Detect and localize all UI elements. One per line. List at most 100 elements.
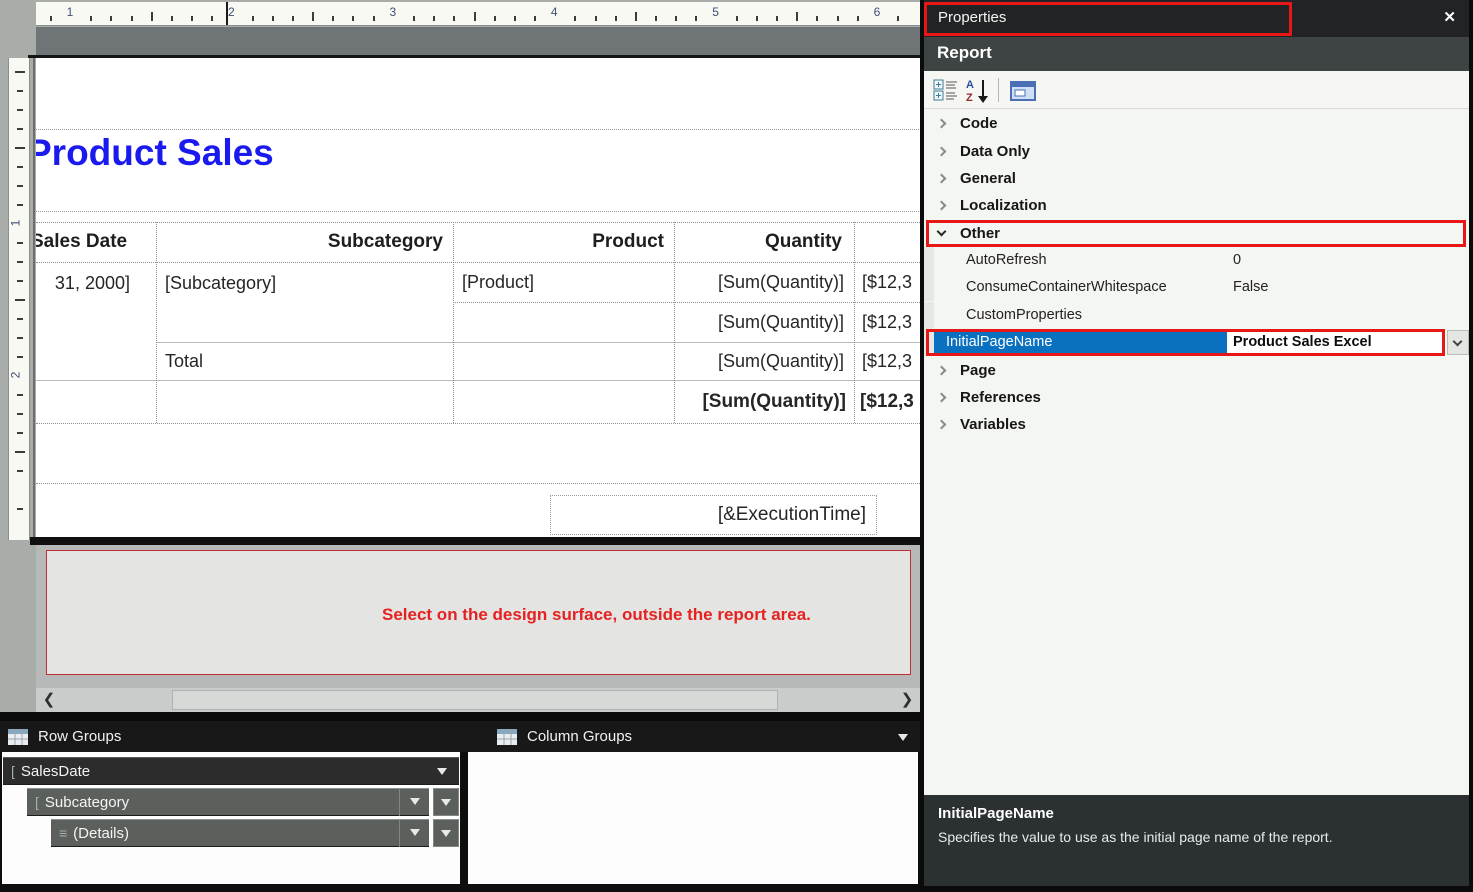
details-icon: ≡ xyxy=(59,825,67,841)
chevron-right-icon[interactable] xyxy=(937,393,947,403)
chevron-right-icon[interactable] xyxy=(937,146,947,156)
cell-sum-quantity[interactable]: [Sum(Quantity)] xyxy=(674,262,854,302)
annotation-note-box: Select on the design surface, outside th… xyxy=(46,550,911,675)
ruler-tick xyxy=(252,16,254,21)
scroll-left-arrow[interactable]: ❮ xyxy=(38,688,60,712)
ruler-number: 2 xyxy=(8,372,22,379)
property-category-page[interactable]: Page xyxy=(924,357,1469,384)
category-label: Localization xyxy=(960,197,1047,214)
header-cell-quantity[interactable]: Quantity xyxy=(674,222,854,262)
group-menu-caret-secondary[interactable] xyxy=(433,819,459,847)
scroll-right-arrow[interactable]: ❯ xyxy=(896,688,918,712)
row-groups-list: [SalesDate [Subcategory ≡(Details) xyxy=(2,752,460,884)
header-cell-subcategory[interactable]: Subcategory xyxy=(156,222,453,262)
chevron-right-icon[interactable] xyxy=(937,420,947,430)
cell-sum-quantity[interactable]: [Sum(Quantity)] xyxy=(674,302,854,342)
cell-grand-total-quantity[interactable]: [Sum(Quantity)] xyxy=(674,380,854,423)
ruler-tick xyxy=(433,16,435,21)
category-label: Variables xyxy=(960,416,1026,433)
grouping-pane: Row Groups Column Groups [SalesDate[Subc… xyxy=(0,721,920,892)
annotation-note-text: Select on the design surface, outside th… xyxy=(382,605,811,625)
property-pages-icon[interactable] xyxy=(1010,79,1036,101)
property-category-variables[interactable]: Variables xyxy=(924,411,1469,438)
ruler-number: 4 xyxy=(551,5,558,19)
category-label: References xyxy=(960,389,1041,406)
ruler-tick xyxy=(857,16,859,21)
property-value[interactable] xyxy=(1227,302,1443,329)
cell-sum-quantity[interactable]: [Sum(Quantity)] xyxy=(674,342,854,380)
panel-border xyxy=(920,0,924,892)
group-menu-caret[interactable] xyxy=(437,768,447,775)
property-value-dropdown-button[interactable] xyxy=(1447,330,1469,355)
caret-down-icon xyxy=(437,768,447,775)
header-cell-sales-date[interactable]: Sales Date xyxy=(36,222,156,262)
ruler-tick xyxy=(635,12,637,21)
ruler-tick xyxy=(17,166,23,168)
property-category-data-only[interactable]: Data Only xyxy=(924,137,1469,164)
category-label: General xyxy=(960,170,1016,187)
column-groups-menu-caret[interactable] xyxy=(898,734,908,741)
category-label: Code xyxy=(960,115,998,132)
property-category-references[interactable]: References xyxy=(924,384,1469,411)
property-name[interactable]: AutoRefresh xyxy=(934,247,1227,274)
property-row-autorefresh[interactable]: AutoRefresh0 xyxy=(924,247,1469,274)
group-menu-caret[interactable] xyxy=(399,819,429,847)
property-value[interactable]: False xyxy=(1227,274,1443,301)
header-cell-product[interactable]: Product xyxy=(453,222,674,262)
ruler-number: 1 xyxy=(67,5,74,19)
chevron-right-icon[interactable] xyxy=(937,119,947,129)
properties-title: Properties xyxy=(938,9,1006,26)
cell-subcategory-group[interactable]: [Subcategory] xyxy=(156,262,453,342)
report-page[interactable]: Product Sales Sales Date Subcategory Pro… xyxy=(36,58,920,537)
ruler-tick xyxy=(312,12,314,21)
ruler-number: 1 xyxy=(8,220,22,227)
property-category-code[interactable]: Code xyxy=(924,110,1469,137)
property-value[interactable]: 0 xyxy=(1227,247,1443,274)
ruler-tick xyxy=(17,318,23,320)
cell-total-label[interactable]: Total xyxy=(156,342,453,380)
execution-time-textbox[interactable]: [&ExecutionTime] xyxy=(550,495,877,535)
cell-product[interactable]: [Product] xyxy=(453,262,674,302)
ruler-tick xyxy=(292,16,294,21)
property-value[interactable]: Product Sales Excel xyxy=(1227,329,1443,356)
group-bracket-icon: [ xyxy=(11,763,15,779)
ruler-tick xyxy=(816,16,818,21)
property-name[interactable]: InitialPageName xyxy=(934,329,1227,356)
toolbar-separator xyxy=(998,78,999,102)
cell-amount[interactable]: [$12,3 xyxy=(854,262,920,302)
property-row-consumecontainerwhitespace[interactable]: ConsumeContainerWhitespaceFalse xyxy=(924,274,1469,301)
cell-amount[interactable]: [$12,3 xyxy=(854,342,920,380)
cell-amount[interactable]: [$12,3 xyxy=(854,302,920,342)
ruler-tick xyxy=(675,16,677,21)
chevron-right-icon[interactable] xyxy=(937,365,947,375)
properties-toolbar: A Z xyxy=(924,71,1469,109)
chevron-down-icon[interactable] xyxy=(937,227,947,237)
tablix[interactable]: Sales Date Subcategory Product Quantity … xyxy=(36,222,920,423)
property-row-customproperties[interactable]: CustomProperties xyxy=(924,302,1469,329)
property-row-initialpagename[interactable]: InitialPageNameProduct Sales Excel xyxy=(924,329,1469,356)
ruler-tick xyxy=(17,508,23,510)
horizontal-scrollbar[interactable]: ❮ ❯ xyxy=(36,688,920,712)
chevron-right-icon[interactable] xyxy=(937,174,947,184)
group-menu-caret[interactable] xyxy=(399,788,429,816)
chevron-right-icon[interactable] xyxy=(937,201,947,211)
ruler-tick xyxy=(17,109,23,111)
property-name[interactable]: CustomProperties xyxy=(934,302,1227,329)
row-group-item-subcategory[interactable]: [Subcategory xyxy=(27,788,429,816)
categorized-icon[interactable] xyxy=(933,79,959,101)
row-group-item-details[interactable]: ≡(Details) xyxy=(51,819,429,847)
property-name[interactable]: ConsumeContainerWhitespace xyxy=(934,274,1227,301)
cell-grand-total-amount[interactable]: [$12,3 xyxy=(854,380,920,423)
selected-object-header: Report xyxy=(924,37,1469,71)
property-category-other[interactable]: Other xyxy=(924,220,1469,247)
scrollbar-thumb[interactable] xyxy=(172,690,778,710)
ruler-tick xyxy=(756,16,758,21)
property-category-general[interactable]: General xyxy=(924,165,1469,192)
cell-sales-date-group[interactable]: 31, 2000] xyxy=(36,262,156,380)
close-icon[interactable]: ✕ xyxy=(1443,8,1456,26)
row-group-item-salesdate[interactable]: [SalesDate xyxy=(3,757,459,785)
property-category-localization[interactable]: Localization xyxy=(924,192,1469,219)
ruler-tick xyxy=(110,16,112,21)
sort-az-icon[interactable]: A Z xyxy=(965,78,991,103)
group-menu-caret-secondary[interactable] xyxy=(433,788,459,816)
